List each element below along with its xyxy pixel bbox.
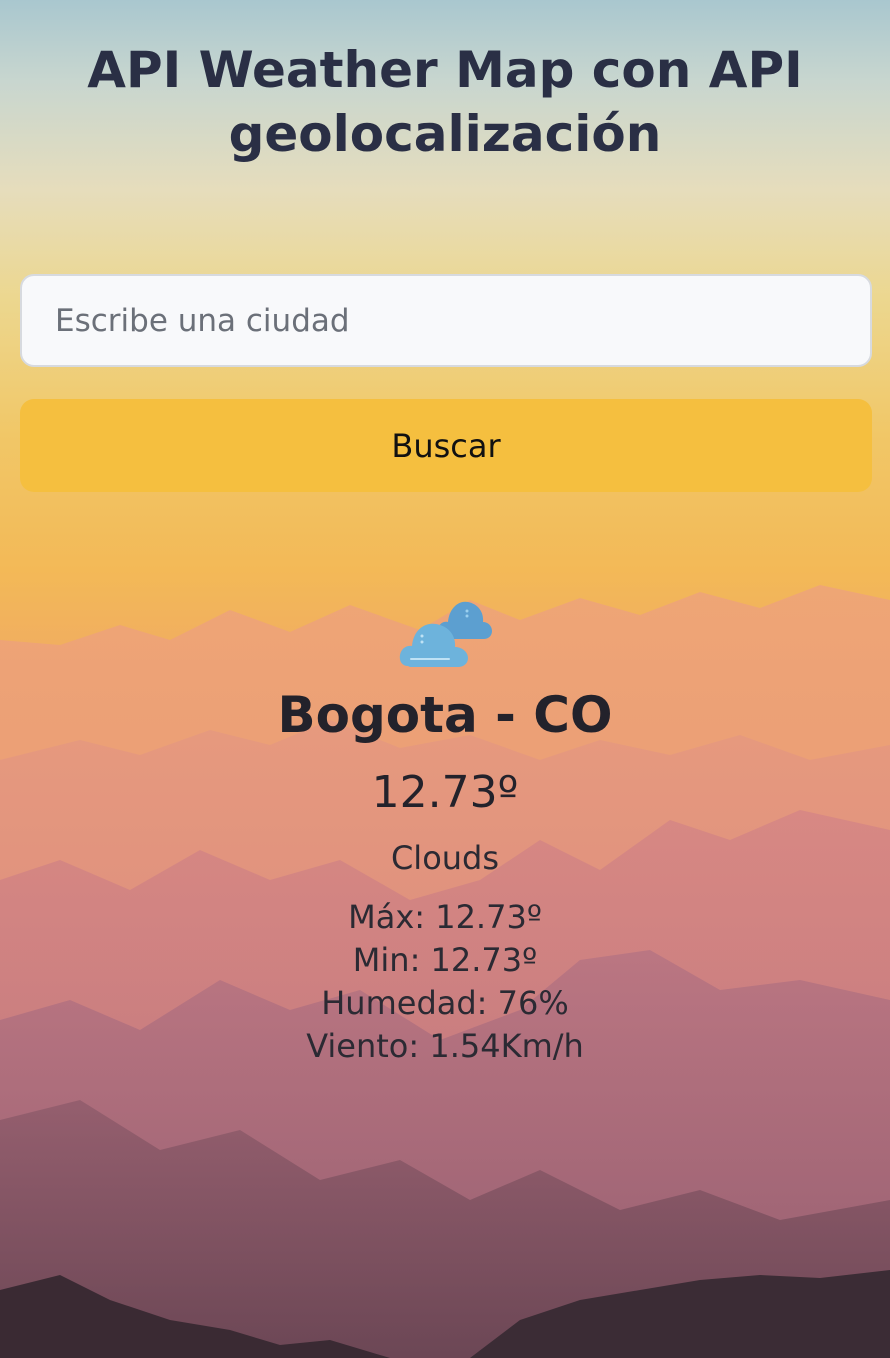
weather-details: Máx: 12.73º Min: 12.73º Humedad: 76% Vie… xyxy=(0,896,890,1068)
humidity: Humedad: 76% xyxy=(321,984,569,1022)
city-search-input[interactable] xyxy=(20,274,872,367)
city-name: Bogota - CO xyxy=(277,686,613,744)
weather-app: API Weather Map con API geolocalización … xyxy=(0,0,890,1358)
page-title: API Weather Map con API geolocalización xyxy=(87,41,803,163)
search-button[interactable]: Buscar xyxy=(20,399,872,492)
min-temperature: Min: 12.73º xyxy=(352,941,538,979)
temperature: 12.73º xyxy=(371,767,519,818)
clouds-icon xyxy=(399,601,492,667)
wind-speed: Viento: 1.54Km/h xyxy=(306,1027,584,1065)
weather-description: Clouds xyxy=(390,839,500,877)
max-temperature: Máx: 12.73º xyxy=(348,898,542,936)
